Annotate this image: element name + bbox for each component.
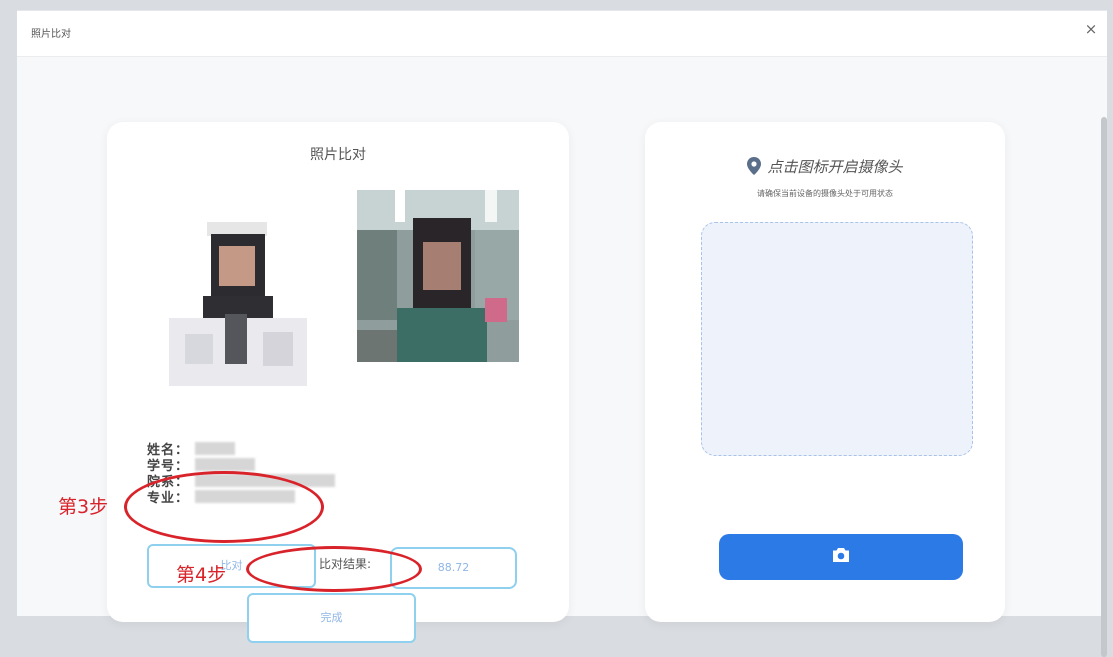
info-value-redacted bbox=[195, 473, 335, 487]
step3-annotation: 第3步 bbox=[58, 496, 109, 518]
result-label: 比对结果: bbox=[319, 557, 372, 571]
result-value: 88.72 bbox=[390, 547, 517, 589]
camera-heading-text: 点击图标开启摄像头 bbox=[767, 158, 903, 176]
dialog-body: 照片比对 姓名： 学号： 院系： 专业： 比对 比对结果: 88.72 完成 点… bbox=[17, 57, 1107, 657]
photo-compare-dialog: 照片比对 × 照片比对 姓名： 学号： 院系： 专业： 比对 比对结果: 88.… bbox=[17, 10, 1107, 657]
location-pin-icon bbox=[747, 157, 762, 179]
scrollbar[interactable] bbox=[1101, 117, 1107, 657]
dialog-header: 照片比对 × bbox=[17, 11, 1107, 57]
camera-subtext: 请确保当前设备的摄像头处于可用状态 bbox=[757, 189, 893, 198]
live-photo bbox=[357, 190, 519, 362]
dialog-title: 照片比对 bbox=[31, 29, 71, 40]
id-photo bbox=[155, 214, 323, 386]
compare-button[interactable]: 比对 bbox=[147, 544, 316, 588]
compare-title: 照片比对 bbox=[310, 147, 366, 163]
student-info: 姓名： 学号： 院系： 专业： bbox=[147, 440, 335, 506]
photo-compare-card: 照片比对 姓名： 学号： 院系： 专业： 比对 比对结果: 88.72 完成 bbox=[107, 122, 569, 643]
info-value-redacted bbox=[195, 457, 255, 471]
info-value-redacted bbox=[195, 489, 295, 503]
step4-annotation: 第4步 bbox=[176, 564, 227, 586]
info-label-major: 专业： bbox=[147, 490, 190, 506]
camera-preview bbox=[701, 222, 973, 456]
open-camera-button[interactable] bbox=[719, 534, 963, 580]
info-value-redacted bbox=[195, 441, 235, 455]
info-row: 专业： bbox=[147, 488, 335, 506]
camera-heading: 点击图标开启摄像头 bbox=[645, 156, 1005, 179]
close-button[interactable]: × bbox=[1081, 19, 1101, 39]
camera-icon bbox=[832, 547, 850, 567]
camera-card: 点击图标开启摄像头 请确保当前设备的摄像头处于可用状态 bbox=[645, 122, 1005, 622]
finish-button[interactable]: 完成 bbox=[247, 593, 416, 643]
